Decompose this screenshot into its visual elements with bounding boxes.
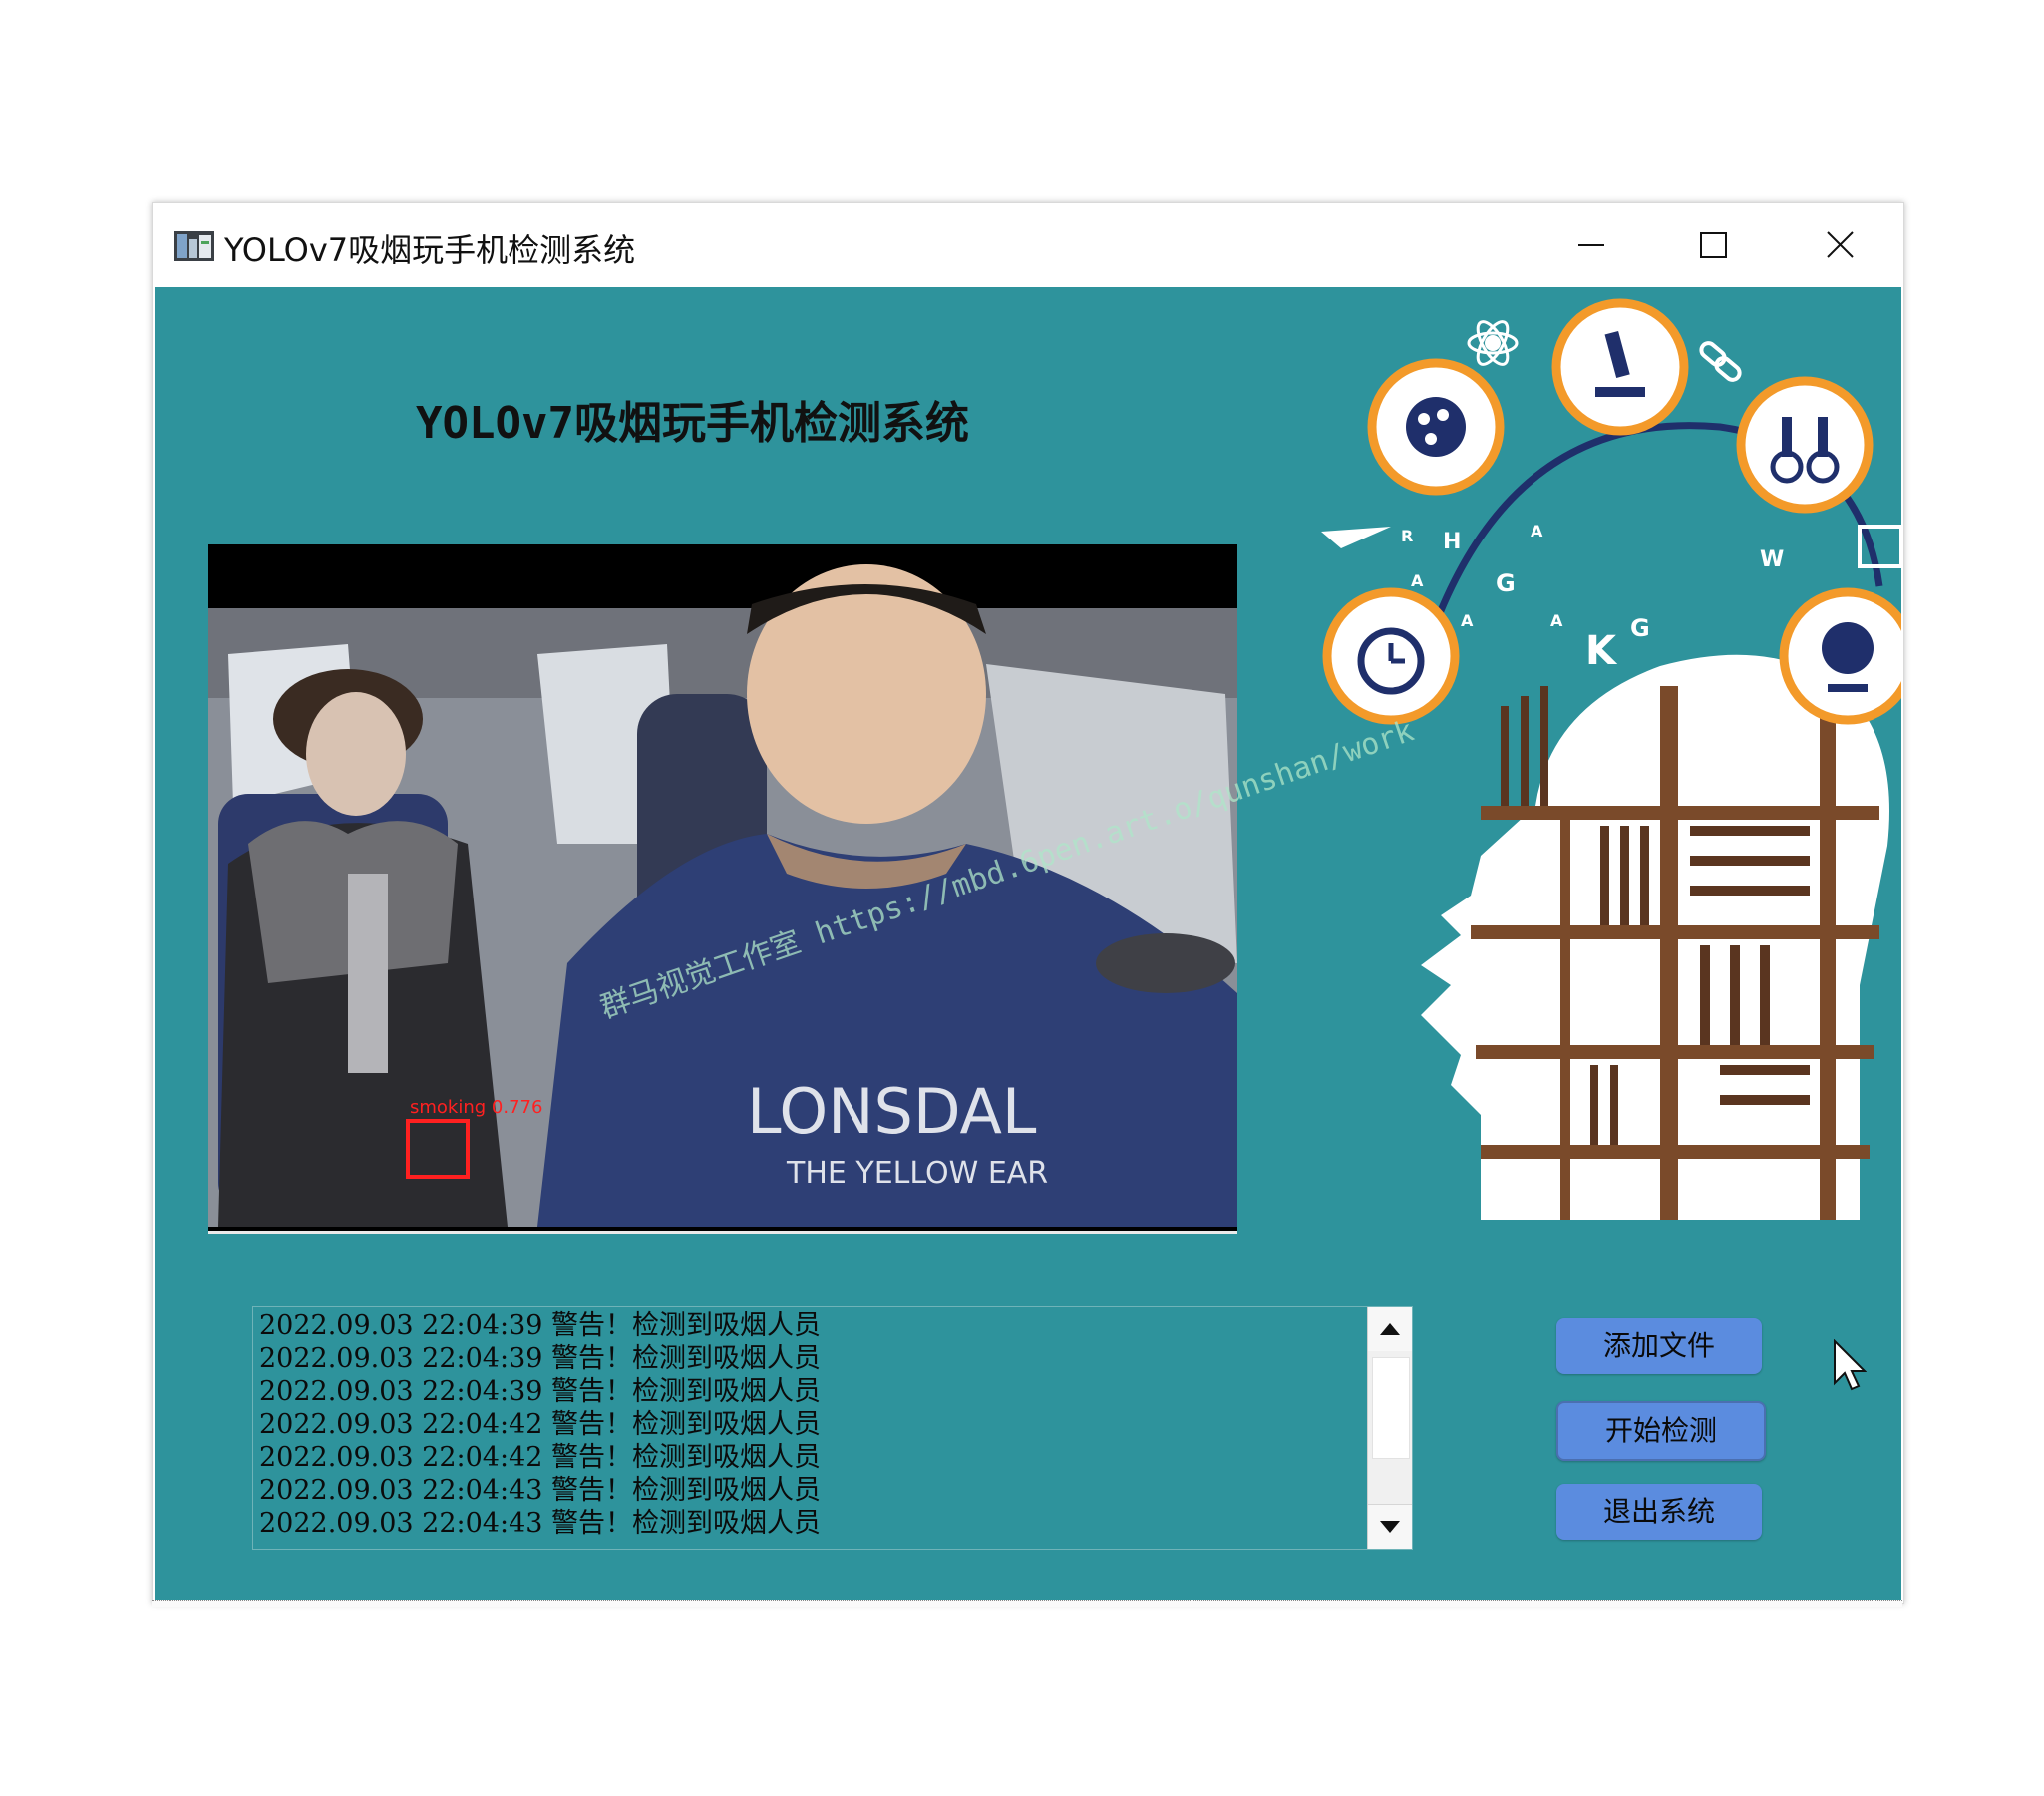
deco-letter: W bbox=[1760, 547, 1784, 572]
window-title: YOLOv7吸烟玩手机检测系统 bbox=[224, 231, 636, 269]
deco-letter: A bbox=[1461, 611, 1474, 630]
add-file-button[interactable]: 添加文件 bbox=[1556, 1318, 1762, 1374]
scroll-up-button[interactable] bbox=[1368, 1307, 1412, 1352]
deco-letter: H bbox=[1443, 530, 1461, 554]
log-line: 2022.09.03 22:04:39 警告！检测到吸烟人员 bbox=[259, 1376, 822, 1407]
close-icon bbox=[1827, 231, 1854, 258]
deco-letter: G bbox=[1630, 614, 1650, 642]
maximize-button[interactable] bbox=[1683, 217, 1743, 273]
bottom-edge bbox=[152, 1600, 1902, 1607]
deco-letter: R bbox=[1401, 527, 1413, 545]
detection-label: smoking 0.776 bbox=[410, 1097, 542, 1118]
log-line: 2022.09.03 22:04:42 警告！检测到吸烟人员 bbox=[259, 1409, 822, 1440]
deco-letter: A bbox=[1550, 611, 1563, 630]
deco-letter: K bbox=[1585, 628, 1618, 674]
app-icon bbox=[174, 231, 214, 261]
log-line: 2022.09.03 22:04:42 警告！检测到吸烟人员 bbox=[259, 1442, 822, 1473]
decor-illustration: R H A A G A K G W A bbox=[1321, 298, 1901, 1220]
log-list[interactable]: 2022.09.03 22:04:39 警告！检测到吸烟人员 2022.09.0… bbox=[252, 1306, 1413, 1550]
log-line: 2022.09.03 22:04:43 警告！检测到吸烟人员 bbox=[259, 1475, 822, 1506]
deco-letter: A bbox=[1531, 522, 1543, 540]
mouse-pointer-icon bbox=[1834, 1339, 1867, 1391]
title-bar[interactable]: YOLOv7吸烟玩手机检测系统 bbox=[153, 203, 1903, 287]
log-line: 2022.09.03 22:04:39 警告！检测到吸烟人员 bbox=[259, 1310, 822, 1341]
scroll-down-button[interactable] bbox=[1368, 1504, 1412, 1549]
maximize-icon bbox=[1700, 232, 1727, 258]
video-display: LONSDAL THE YELLOW EAR smoking 0.776 bbox=[208, 544, 1237, 1234]
minimize-button[interactable] bbox=[1560, 217, 1620, 273]
start-detect-button[interactable]: 开始检测 bbox=[1556, 1401, 1766, 1461]
triangle-down-icon bbox=[1380, 1521, 1400, 1533]
close-button[interactable] bbox=[1810, 217, 1870, 273]
deco-letter: A bbox=[1411, 571, 1424, 590]
video-frame-image: LONSDAL THE YELLOW EAR smoking 0.776 bbox=[208, 544, 1237, 1227]
triangle-up-icon bbox=[1380, 1323, 1400, 1335]
shirt-text-2: THE YELLOW EAR bbox=[786, 1156, 1048, 1191]
exit-system-button[interactable]: 退出系统 bbox=[1556, 1484, 1762, 1540]
log-scrollbar[interactable] bbox=[1367, 1307, 1412, 1549]
app-window: YOLOv7吸烟玩手机检测系统 YOLOv7吸烟玩手机检测系统 LONSDAL … bbox=[152, 202, 1904, 1604]
shirt-text-1: LONSDAL bbox=[747, 1075, 1037, 1148]
log-line: 2022.09.03 22:04:39 警告！检测到吸烟人员 bbox=[259, 1343, 822, 1374]
scroll-thumb[interactable] bbox=[1372, 1357, 1410, 1459]
main-panel: YOLOv7吸烟玩手机检测系统 LONSDAL THE YELLOW EAR s… bbox=[155, 287, 1901, 1601]
log-line: 2022.09.03 22:04:43 警告！检测到吸烟人员 bbox=[259, 1508, 822, 1539]
page-title: YOLOv7吸烟玩手机检测系统 bbox=[416, 398, 969, 449]
deco-letter: G bbox=[1496, 569, 1516, 597]
minimize-icon bbox=[1578, 244, 1604, 246]
